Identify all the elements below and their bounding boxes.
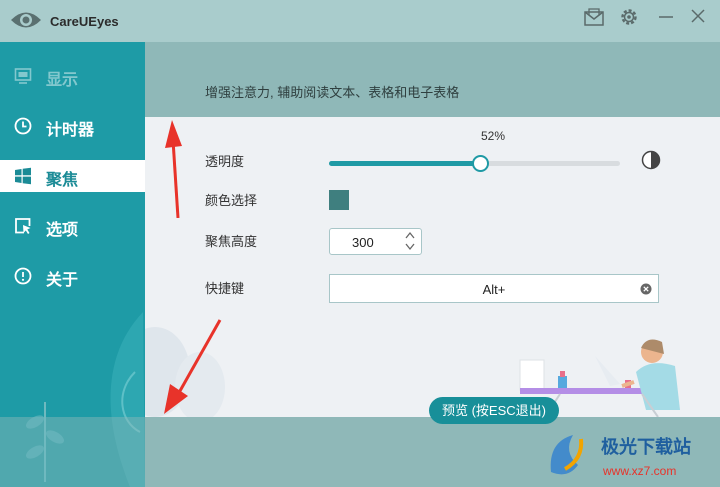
- height-stepper[interactable]: 300: [329, 228, 422, 255]
- hotkey-value: Alt+: [482, 282, 506, 297]
- sidebar-item-label: 显示: [46, 72, 79, 89]
- watermark-logo: 极光下载站 www.xz7.com: [550, 435, 691, 478]
- hotkey-label: 快捷键: [205, 281, 245, 296]
- info-icon: [14, 267, 32, 285]
- sidebar: 显示 计时器 聚焦 选项 关于: [0, 42, 145, 487]
- watermark-text: 极光下载站: [601, 436, 691, 457]
- sidebar-item-display[interactable]: 显示: [0, 60, 145, 92]
- watermark-url: www.xz7.com: [602, 464, 676, 478]
- preview-button[interactable]: 预览 (按ESC退出): [429, 397, 559, 424]
- sidebar-item-focus[interactable]: 聚焦: [0, 160, 145, 192]
- minimize-icon[interactable]: [654, 6, 678, 28]
- chevron-down-icon[interactable]: [405, 242, 415, 251]
- focus-panel: 透明度 52% 颜色选择 聚焦高度 300 快捷键 Alt+: [145, 117, 720, 417]
- sidebar-item-label: 关于: [46, 272, 79, 289]
- clock-icon: [14, 117, 32, 135]
- sidebar-item-about[interactable]: 关于: [0, 260, 145, 292]
- clear-icon[interactable]: [640, 283, 652, 295]
- app-title: CareUEyes: [50, 14, 119, 29]
- opacity-label: 透明度: [205, 154, 245, 169]
- sidebar-item-options[interactable]: 选项: [0, 210, 145, 242]
- sidebar-item-timer[interactable]: 计时器: [0, 110, 145, 142]
- opacity-slider-fill: [329, 161, 481, 166]
- sidebar-item-label: 计时器: [46, 122, 95, 139]
- annotation-arrow-icon: [165, 120, 182, 218]
- header-banner: 增强注意力, 辅助阅读文本、表格和电子表格: [145, 42, 720, 117]
- feature-description: 增强注意力, 辅助阅读文本、表格和电子表格: [205, 85, 460, 100]
- contrast-icon[interactable]: [641, 150, 661, 170]
- color-swatch[interactable]: [329, 190, 349, 210]
- close-icon[interactable]: [686, 6, 710, 28]
- windows-icon: [15, 167, 31, 185]
- leaf-decoration: [25, 402, 65, 482]
- sidebar-item-label: 聚焦: [46, 172, 79, 189]
- sidebar-item-label: 选项: [46, 222, 79, 239]
- title-bar: CareUEyes: [0, 0, 720, 42]
- monitor-icon: [14, 68, 32, 84]
- chevron-up-icon[interactable]: [405, 231, 415, 240]
- color-label: 颜色选择: [205, 193, 258, 208]
- opacity-slider[interactable]: [329, 155, 620, 172]
- hotkey-input[interactable]: Alt+: [329, 274, 659, 303]
- select-icon: [15, 218, 31, 234]
- annotation-arrow-icon: [164, 319, 222, 414]
- opacity-slider-thumb[interactable]: [472, 155, 490, 172]
- gear-icon[interactable]: [617, 6, 641, 28]
- mail-icon[interactable]: [582, 6, 606, 28]
- height-value: 300: [352, 235, 374, 250]
- height-label: 聚焦高度: [205, 234, 258, 249]
- opacity-value: 52%: [481, 129, 506, 143]
- eye-logo-icon: [11, 12, 41, 28]
